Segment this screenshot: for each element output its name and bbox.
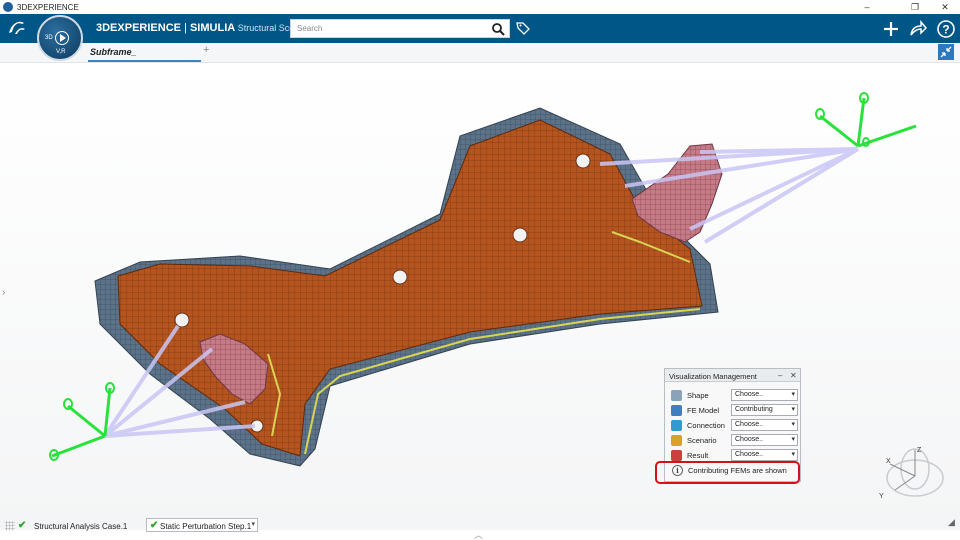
triad-z-label: Z: [917, 447, 922, 454]
resize-grip-icon[interactable]: ◢: [948, 517, 955, 528]
ds-logo-icon[interactable]: [6, 18, 28, 38]
search-box: [290, 19, 510, 38]
viz-row-label: Result: [687, 451, 709, 460]
mounting-hole: [392, 269, 408, 285]
add-icon[interactable]: [881, 19, 901, 39]
viz-row-fe-model: FE Model Contributing: [669, 404, 799, 417]
step-label: Static Perturbation Step.1: [160, 522, 252, 531]
panel-header[interactable]: Visualization Management – ✕: [665, 369, 800, 382]
fe-model-icon: [671, 405, 682, 416]
search-icon[interactable]: [491, 22, 505, 36]
restore-button[interactable]: ❐: [902, 0, 928, 14]
step-check-icon: ✔: [150, 520, 159, 531]
reference-point-axes-right[interactable]: [815, 92, 917, 148]
add-tab-button[interactable]: +: [203, 44, 209, 56]
case-check-icon: ✔: [18, 520, 27, 531]
panel-minimize-button[interactable]: –: [778, 371, 782, 380]
shape-icon: [671, 390, 682, 401]
brand-title: 3DEXPERIENCE | SIMULIA Structural Scenar…: [96, 22, 314, 34]
collapse-icon: [940, 46, 952, 58]
window-title: 3DEXPERIENCE: [17, 2, 79, 12]
mounting-hole: [174, 312, 190, 328]
mounting-hole: [512, 227, 528, 243]
compass-version-label: V,R: [56, 49, 66, 55]
result-select[interactable]: Choose..: [731, 449, 798, 461]
share-icon[interactable]: [908, 19, 928, 39]
panel-close-button[interactable]: ✕: [790, 371, 797, 380]
step-selector[interactable]: ✔ Static Perturbation Step.1 ▾: [146, 518, 258, 532]
brand-separator: |: [180, 22, 190, 34]
tag-icon[interactable]: [516, 21, 530, 35]
compass-3d-label: 3D: [45, 35, 53, 41]
svg-text:?: ?: [942, 23, 949, 37]
chevron-down-icon: ▾: [251, 521, 255, 528]
viz-row-label: FE Model: [687, 406, 720, 415]
3d-scene[interactable]: Z X Y: [0, 64, 960, 530]
brand-platform: 3DEXPERIENCE: [96, 22, 181, 34]
viz-row-scenario: Scenario Choose..: [669, 434, 799, 447]
minimize-button[interactable]: –: [854, 0, 880, 14]
shape-select[interactable]: Choose..: [731, 389, 798, 401]
status-grip-icon[interactable]: [5, 521, 15, 531]
close-button[interactable]: ✕: [932, 0, 958, 14]
reference-point-axes-left[interactable]: [49, 382, 115, 461]
analysis-case-label[interactable]: Structural Analysis Case.1: [34, 522, 127, 531]
connection-select[interactable]: Choose..: [731, 419, 798, 431]
bottom-panel-chevron-icon[interactable]: ︿: [474, 528, 483, 540]
app-icon: [3, 2, 13, 12]
result-icon: [671, 450, 682, 461]
scenario-icon: [671, 435, 682, 446]
fullscreen-button[interactable]: [938, 44, 954, 60]
window-title-bar: 3DEXPERIENCE – ❐ ✕: [0, 0, 960, 14]
viz-row-connection: Connection Choose..: [669, 419, 799, 432]
viz-row-label: Scenario: [687, 436, 717, 445]
highlight-annotation: [655, 461, 800, 484]
app-window: 3DEXPERIENCE – ❐ ✕ 3DEXPERIENCE | SIMULI…: [0, 0, 960, 540]
mounting-hole: [575, 153, 591, 169]
compass-widget[interactable]: 3D V,R: [37, 15, 83, 61]
triad-y-label: Y: [879, 493, 884, 500]
tab-subframe[interactable]: Subframe_: [88, 43, 201, 62]
view-orientation-triad[interactable]: Z X Y: [879, 447, 944, 500]
panel-title: Visualization Management: [669, 372, 757, 381]
help-icon[interactable]: ?: [936, 19, 956, 39]
scenario-select[interactable]: Choose..: [731, 434, 798, 446]
viz-row-shape: Shape Choose..: [669, 389, 799, 402]
tab-bar: Subframe_ +: [0, 43, 960, 63]
brand-app: SIMULIA: [189, 22, 236, 34]
viz-row-label: Shape: [687, 391, 709, 400]
search-input[interactable]: [291, 20, 487, 37]
play-icon[interactable]: [55, 31, 69, 45]
top-bar: 3DEXPERIENCE | SIMULIA Structural Scenar…: [0, 14, 960, 43]
connection-icon: [671, 420, 682, 431]
viz-row-label: Connection: [687, 421, 725, 430]
triad-x-label: X: [886, 458, 891, 465]
fe-model-select[interactable]: Contributing: [731, 404, 798, 416]
